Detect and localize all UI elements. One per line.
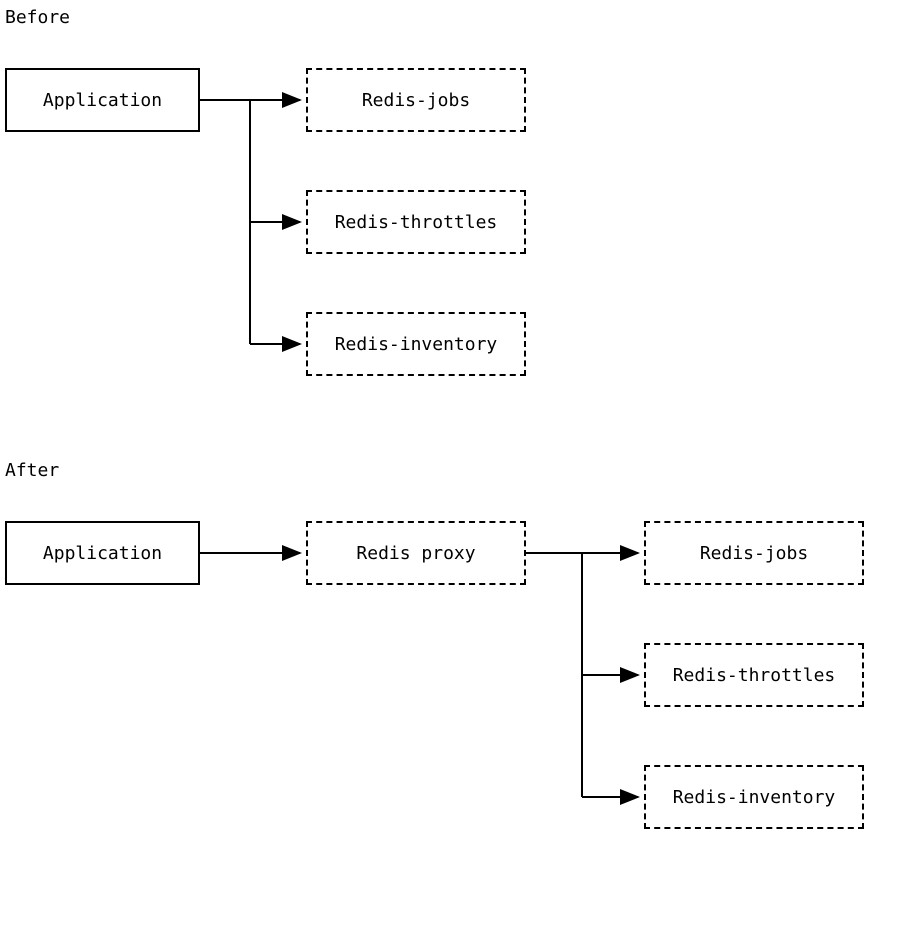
node-after-redis-inventory: Redis-inventory [644, 765, 864, 829]
node-before-redis-throttles: Redis-throttles [306, 190, 526, 254]
node-label: Redis-throttles [673, 665, 836, 686]
node-label: Redis-jobs [362, 90, 470, 111]
node-label: Redis-jobs [700, 543, 808, 564]
node-label: Redis-inventory [335, 334, 498, 355]
section-label-before: Before [5, 7, 70, 28]
node-before-application: Application [5, 68, 200, 132]
node-label: Application [43, 543, 162, 564]
node-label: Redis-throttles [335, 212, 498, 233]
node-label: Redis-inventory [673, 787, 836, 808]
node-after-application: Application [5, 521, 200, 585]
node-before-redis-inventory: Redis-inventory [306, 312, 526, 376]
section-label-after: After [5, 460, 59, 481]
node-label: Redis proxy [356, 543, 475, 564]
node-after-redis-jobs: Redis-jobs [644, 521, 864, 585]
node-label: Application [43, 90, 162, 111]
node-after-redis-throttles: Redis-throttles [644, 643, 864, 707]
node-after-redis-proxy: Redis proxy [306, 521, 526, 585]
node-before-redis-jobs: Redis-jobs [306, 68, 526, 132]
